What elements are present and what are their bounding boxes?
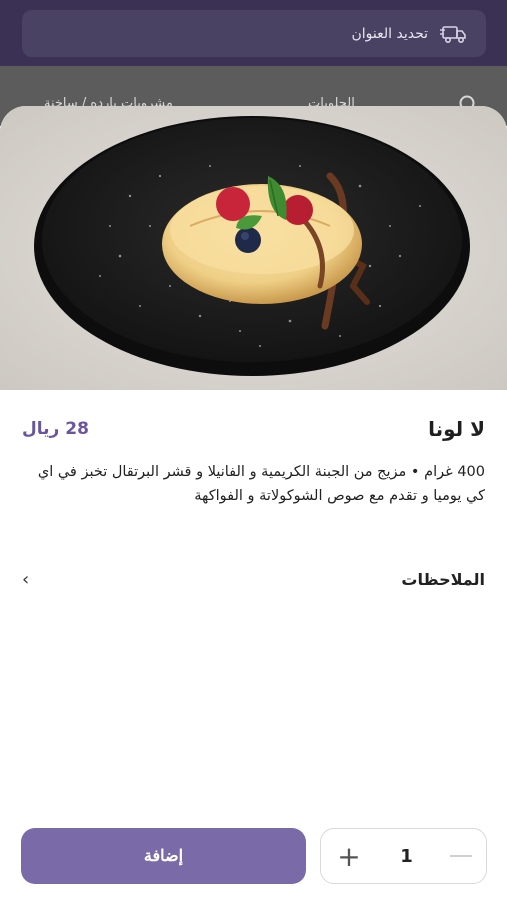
delivery-truck-icon <box>440 25 466 43</box>
notes-row[interactable]: الملاحظات › <box>22 562 485 596</box>
add-to-cart-button[interactable]: إضافة <box>21 828 306 884</box>
quantity-stepper: + 1 <box>320 828 487 884</box>
quantity-value: 1 <box>400 845 413 867</box>
title-row: لا لونا 28 ريال <box>22 413 485 445</box>
address-label: تحديد العنوان <box>351 25 428 42</box>
footer-actions: إضافة + 1 <box>21 828 487 884</box>
minus-icon[interactable] <box>450 855 472 857</box>
product-image <box>0 106 507 390</box>
dessert-photo <box>0 106 507 390</box>
chevron-right-icon: › <box>22 568 30 590</box>
address-selector[interactable]: تحديد العنوان <box>22 10 486 57</box>
top-bar: تحديد العنوان <box>0 0 507 66</box>
plus-icon[interactable]: + <box>335 840 363 873</box>
notes-label: الملاحظات <box>401 569 485 589</box>
product-title: لا لونا <box>428 417 485 441</box>
product-description: 400 غرام • مزيج من الجبنة الكريمية و الف… <box>37 464 485 504</box>
product-price: 28 ريال <box>22 419 89 439</box>
product-sheet: لا لونا 28 ريال 400 غرام • مزيج من الجبن… <box>0 106 507 900</box>
